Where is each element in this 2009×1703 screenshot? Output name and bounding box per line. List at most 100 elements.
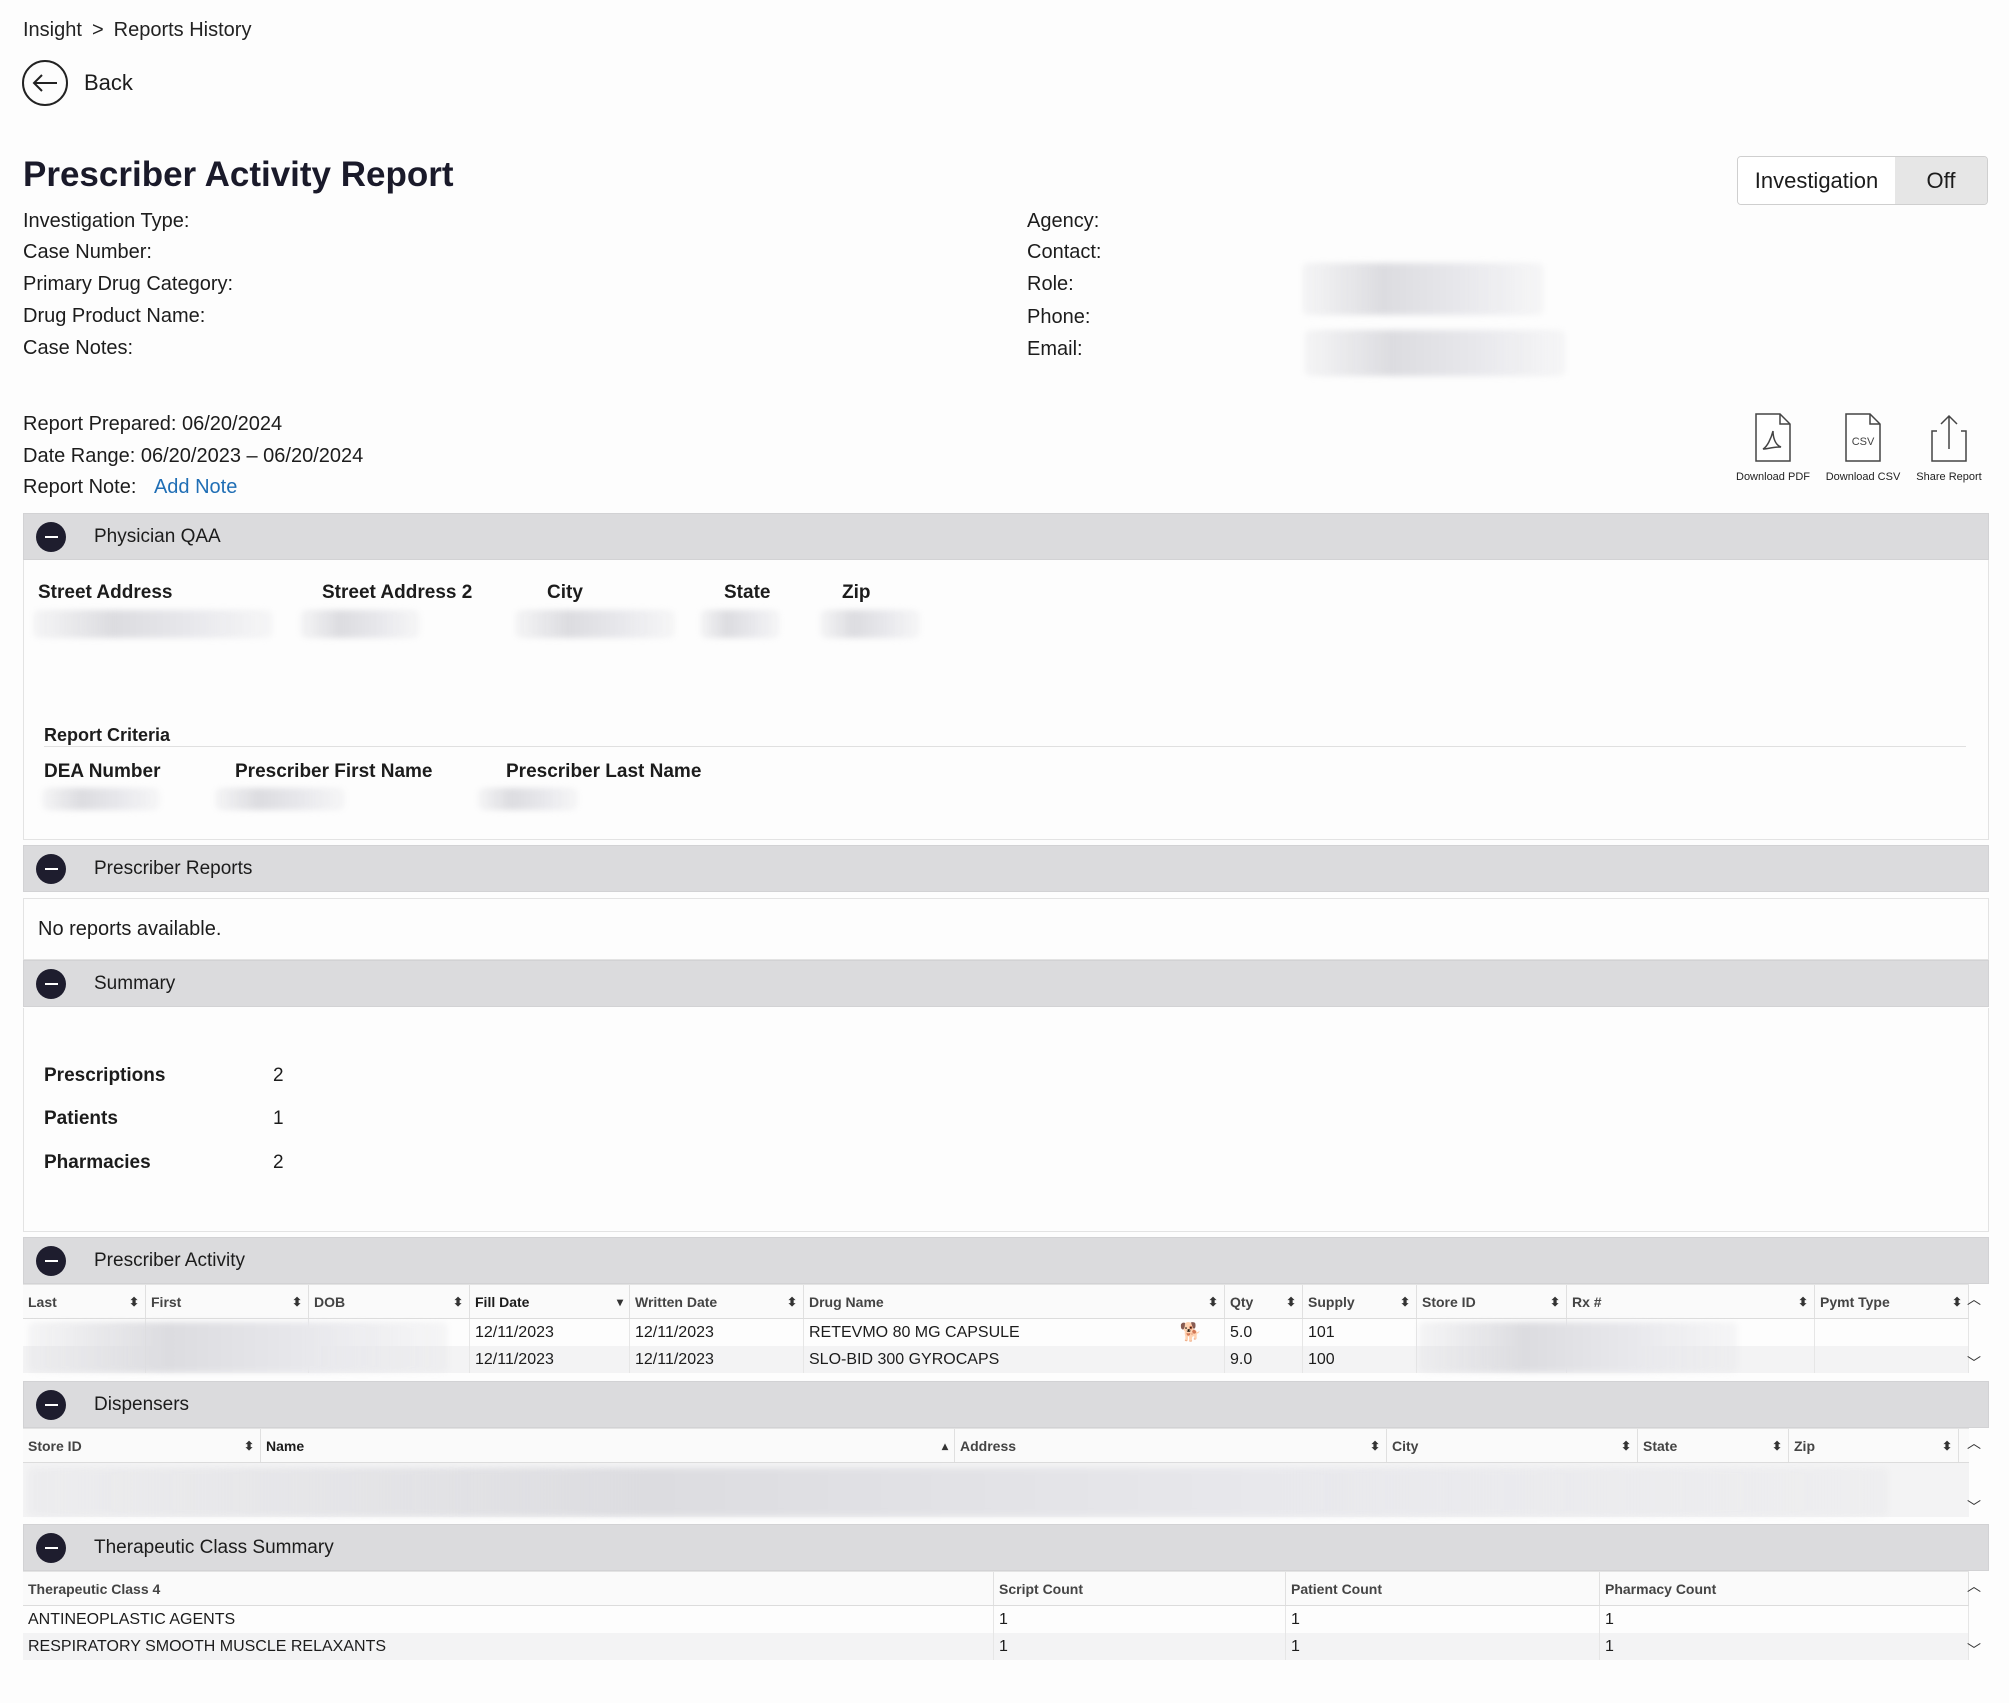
col-city[interactable]: City ⬍: [1387, 1429, 1638, 1462]
scroll-down-icon[interactable]: ﹀: [1967, 1640, 1981, 1660]
therapeutic-header-row: Therapeutic Class 4 Script Count Patient…: [23, 1571, 1969, 1606]
col-rx-number[interactable]: Rx # ⬍: [1567, 1285, 1815, 1318]
summary-panel: [23, 1008, 1989, 1232]
case-notes-label: Case Notes:: [23, 337, 134, 359]
col-script-count[interactable]: Script Count: [994, 1572, 1286, 1605]
table-row[interactable]: ANTINEOPLASTIC AGENTS 1 1 1: [23, 1606, 1969, 1633]
drug-product-name-label: Drug Product Name:: [23, 305, 206, 327]
therapeutic-class-title: Therapeutic Class Summary: [94, 1536, 334, 1558]
redacted-zip: [820, 610, 920, 638]
redacted-contact-info: [1302, 263, 1544, 315]
col-qty[interactable]: Qty ⬍: [1225, 1285, 1303, 1318]
scroll-up-icon[interactable]: ︿: [1967, 1433, 1981, 1453]
collapse-minus-icon[interactable]: [36, 1389, 66, 1420]
dispensers-scrollbar[interactable]: ︿ ﹀: [1964, 1433, 1984, 1517]
therapeutic-class-table: Therapeutic Class 4 Script Count Patient…: [23, 1571, 1969, 1660]
prescriber-reports-header[interactable]: Prescriber Reports: [23, 845, 1989, 892]
col-dob[interactable]: DOB ⬍: [309, 1285, 470, 1318]
table-row[interactable]: RESPIRATORY SMOOTH MUSCLE RELAXANTS 1 1 …: [23, 1633, 1969, 1660]
redacted-patient-info: [28, 1322, 448, 1372]
col-state[interactable]: State ⬍: [1638, 1429, 1789, 1462]
collapse-minus-icon[interactable]: [36, 968, 66, 999]
sort-icon[interactable]: ⬍: [1942, 1439, 1952, 1453]
sort-icon[interactable]: ⬍: [1798, 1295, 1808, 1309]
share-report-button[interactable]: Share Report: [1906, 413, 1992, 483]
col-last[interactable]: Last ⬍: [23, 1285, 146, 1318]
investigation-toggle[interactable]: Investigation Off: [1737, 156, 1988, 205]
report-note-label: Report Note:: [23, 476, 137, 498]
col-address[interactable]: Address ⬍: [955, 1429, 1387, 1462]
scroll-down-icon[interactable]: ﹀: [1967, 1497, 1981, 1517]
prescriber-activity-header[interactable]: Prescriber Activity: [23, 1237, 1989, 1284]
therapeutic-class-header[interactable]: Therapeutic Class Summary: [23, 1524, 1989, 1571]
add-note-link[interactable]: Add Note: [154, 476, 237, 498]
city-header: City: [547, 582, 583, 603]
primary-drug-category-label: Primary Drug Category:: [23, 273, 234, 295]
redacted-email-info: [1304, 330, 1566, 376]
redacted-first-name: [215, 788, 345, 810]
collapse-minus-icon[interactable]: [36, 1532, 66, 1563]
prescriber-activity-scrollbar[interactable]: ︿ ﹀: [1964, 1289, 1984, 1373]
prescriber-first-name-header: Prescriber First Name: [235, 761, 433, 782]
breadcrumb-insight[interactable]: Insight: [23, 19, 82, 42]
sort-asc-icon[interactable]: ▴: [942, 1439, 948, 1453]
col-fill-date[interactable]: Fill Date ▾: [470, 1285, 630, 1318]
col-pymt-type[interactable]: Pymt Type ⬍: [1815, 1285, 1969, 1318]
col-written-date[interactable]: Written Date ⬍: [630, 1285, 804, 1318]
sort-icon[interactable]: ⬍: [1370, 1439, 1380, 1453]
investigation-toggle-label: Investigation: [1738, 157, 1895, 204]
col-pharmacy-count[interactable]: Pharmacy Count: [1600, 1572, 1969, 1605]
dispensers-header[interactable]: Dispensers: [23, 1381, 1989, 1428]
col-store-id[interactable]: Store ID ⬍: [1417, 1285, 1567, 1318]
col-drug-name[interactable]: Drug Name ⬍: [804, 1285, 1225, 1318]
col-supply[interactable]: Supply ⬍: [1303, 1285, 1417, 1318]
download-csv-button[interactable]: CSV Download CSV: [1820, 413, 1906, 483]
col-zip[interactable]: Zip ⬍: [1789, 1429, 1959, 1462]
therapeutic-scrollbar[interactable]: ︿ ﹀: [1964, 1576, 1984, 1660]
download-pdf-button[interactable]: Download PDF: [1730, 413, 1816, 483]
sort-icon[interactable]: ⬍: [453, 1295, 463, 1309]
col-store-id[interactable]: Store ID ⬍: [23, 1429, 261, 1462]
sort-icon[interactable]: ⬍: [1550, 1295, 1560, 1309]
sort-icon[interactable]: ⬍: [1208, 1295, 1218, 1309]
physician-qaa-header[interactable]: Physician QAA: [23, 513, 1989, 560]
therapeutic-body: ANTINEOPLASTIC AGENTS 1 1 1 RESPIRATORY …: [23, 1606, 1969, 1660]
sort-icon[interactable]: ⬍: [1772, 1439, 1782, 1453]
back-label: Back: [84, 70, 133, 95]
col-name[interactable]: Name ▴: [261, 1429, 955, 1462]
sort-icon[interactable]: ⬍: [244, 1439, 254, 1453]
role-label: Role:: [1027, 273, 1074, 295]
col-patient-count[interactable]: Patient Count: [1286, 1572, 1600, 1605]
collapse-minus-icon[interactable]: [36, 853, 66, 884]
sort-icon[interactable]: ⬍: [292, 1295, 302, 1309]
col-therapeutic-class[interactable]: Therapeutic Class 4: [23, 1572, 994, 1605]
back-button[interactable]: Back: [22, 60, 133, 106]
sort-icon[interactable]: ⬍: [787, 1295, 797, 1309]
breadcrumb-reports-history[interactable]: Reports History: [114, 19, 252, 42]
sort-icon[interactable]: ⬍: [1952, 1295, 1962, 1309]
col-first[interactable]: First ⬍: [146, 1285, 309, 1318]
summary-header[interactable]: Summary: [23, 960, 1989, 1007]
csv-glyph: CSV: [1852, 436, 1875, 448]
share-icon: [1931, 414, 1967, 462]
scroll-up-icon[interactable]: ︿: [1967, 1576, 1981, 1596]
collapse-minus-icon[interactable]: [36, 1245, 66, 1276]
sort-icon[interactable]: ⬍: [129, 1295, 139, 1309]
report-note: Report Note: Add Note: [23, 476, 237, 499]
scroll-up-icon[interactable]: ︿: [1967, 1289, 1981, 1309]
prescriber-last-name-header: Prescriber Last Name: [506, 761, 702, 782]
redacted-last-name: [478, 788, 578, 810]
investigation-type-label: Investigation Type:: [23, 210, 190, 232]
street-address-2-header: Street Address 2: [322, 582, 473, 603]
back-arrow-icon: [22, 60, 68, 106]
collapse-minus-icon[interactable]: [36, 521, 66, 552]
sort-icon[interactable]: ⬍: [1286, 1295, 1296, 1309]
sort-desc-icon[interactable]: ▾: [617, 1295, 623, 1309]
breadcrumb: Insight > Reports History: [23, 19, 251, 42]
scroll-down-icon[interactable]: ﹀: [1967, 1353, 1981, 1373]
state-header: State: [724, 582, 771, 603]
investigation-toggle-value[interactable]: Off: [1895, 157, 1987, 204]
sort-icon[interactable]: ⬍: [1400, 1295, 1410, 1309]
sort-icon[interactable]: ⬍: [1621, 1439, 1631, 1453]
pdf-file-icon: [1755, 413, 1791, 462]
